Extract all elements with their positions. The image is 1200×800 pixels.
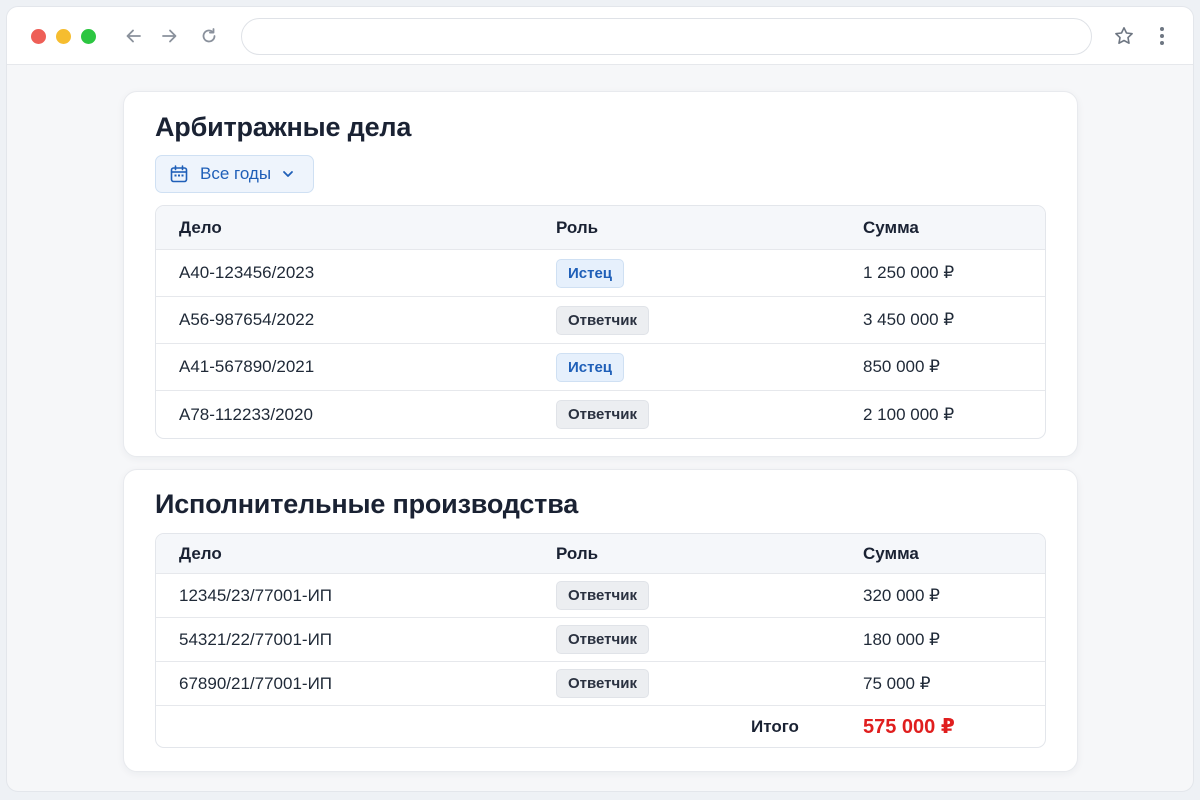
case-number: 54321/22/77001-ИП: [179, 629, 332, 649]
enforcement-table: Дело Роль Сумма 12345/23/77001-ИП Ответч…: [155, 533, 1046, 748]
case-sum: 850 000 ₽: [863, 357, 940, 376]
role-badge: Ответчик: [556, 625, 649, 654]
role-cell: Ответчик: [556, 618, 649, 661]
role-badge: Ответчик: [556, 669, 649, 698]
maximize-window-button[interactable]: [81, 29, 96, 44]
role-badge: Истец: [556, 352, 625, 382]
table-row[interactable]: А78-112233/2020 Ответчик 2 100 000 ₽: [156, 391, 1045, 438]
case-number: А78-112233/2020: [179, 404, 313, 424]
enforcement-title: Исполнительные производства: [155, 489, 579, 519]
role-badge: Ответчик: [556, 581, 649, 610]
role-cell: Ответчик: [556, 662, 649, 705]
column-header-case[interactable]: Дело: [179, 534, 222, 573]
column-header-role[interactable]: Роль: [556, 534, 598, 573]
table-row[interactable]: 67890/21/77001-ИП Ответчик 75 000 ₽: [156, 662, 1045, 706]
reload-icon[interactable]: [196, 23, 222, 49]
role-cell: Истец: [556, 250, 625, 296]
forward-arrow-icon[interactable]: [156, 23, 182, 49]
role-badge: Ответчик: [556, 400, 649, 429]
total-row: Итого 575 000 ₽: [156, 706, 1045, 747]
case-sum: 3 450 000 ₽: [863, 310, 955, 329]
case-number: 12345/23/77001-ИП: [179, 585, 332, 605]
table-header-row: Дело Роль Сумма: [156, 534, 1045, 574]
column-header-role[interactable]: Роль: [556, 206, 598, 249]
bookmark-star-icon[interactable]: [1111, 23, 1137, 49]
browser-window: Арбитражные дела Все годы Дело Роль Сумм…: [6, 6, 1194, 792]
table-row[interactable]: А41-567890/2021 Истец 850 000 ₽: [156, 344, 1045, 391]
year-filter-dropdown[interactable]: Все годы: [155, 155, 314, 193]
case-number: А41-567890/2021: [179, 357, 315, 376]
role-cell: Истец: [556, 344, 625, 390]
column-header-sum[interactable]: Сумма: [863, 534, 919, 573]
case-number: А56-987654/2022: [179, 310, 315, 329]
column-header-sum[interactable]: Сумма: [863, 206, 919, 249]
case-sum: 320 000 ₽: [863, 585, 940, 605]
case-sum: 75 000 ₽: [863, 673, 931, 693]
role-badge: Ответчик: [556, 305, 649, 335]
address-bar[interactable]: [241, 18, 1092, 55]
table-row[interactable]: А40-123456/2023 Истец 1 250 000 ₽: [156, 250, 1045, 297]
role-cell: Ответчик: [556, 391, 649, 438]
arbitration-cases-card: Арбитражные дела Все годы Дело Роль Сумм…: [123, 91, 1078, 457]
role-badge: Истец: [556, 258, 625, 288]
case-sum: 2 100 000 ₽: [863, 404, 955, 424]
case-sum: 180 000 ₽: [863, 629, 940, 649]
role-cell: Ответчик: [556, 574, 649, 617]
close-window-button[interactable]: [31, 29, 46, 44]
case-number: 67890/21/77001-ИП: [179, 673, 332, 693]
role-cell: Ответчик: [556, 297, 649, 343]
arbitration-table: Дело Роль Сумма А40-123456/2023 Истец 1 …: [155, 205, 1046, 439]
table-row[interactable]: А56-987654/2022 Ответчик 3 450 000 ₽: [156, 297, 1045, 344]
year-filter-label: Все годы: [200, 164, 272, 183]
arbitration-title: Арбитражные дела: [155, 112, 412, 142]
chevron-down-icon: [281, 167, 295, 181]
browser-toolbar: [7, 7, 1193, 65]
column-header-case[interactable]: Дело: [179, 206, 222, 249]
table-header-row: Дело Роль Сумма: [156, 206, 1045, 250]
calendar-icon: [169, 164, 189, 184]
total-value: 575 000 ₽: [863, 716, 955, 738]
case-number: А40-123456/2023: [179, 263, 315, 282]
back-arrow-icon[interactable]: [121, 23, 147, 49]
more-menu-icon[interactable]: [1150, 23, 1174, 49]
table-row[interactable]: 12345/23/77001-ИП Ответчик 320 000 ₽: [156, 574, 1045, 618]
case-sum: 1 250 000 ₽: [863, 263, 955, 282]
total-label: Итого: [751, 716, 799, 736]
enforcement-proceedings-card: Исполнительные производства Дело Роль Су…: [123, 469, 1078, 772]
minimize-window-button[interactable]: [56, 29, 71, 44]
table-row[interactable]: 54321/22/77001-ИП Ответчик 180 000 ₽: [156, 618, 1045, 662]
